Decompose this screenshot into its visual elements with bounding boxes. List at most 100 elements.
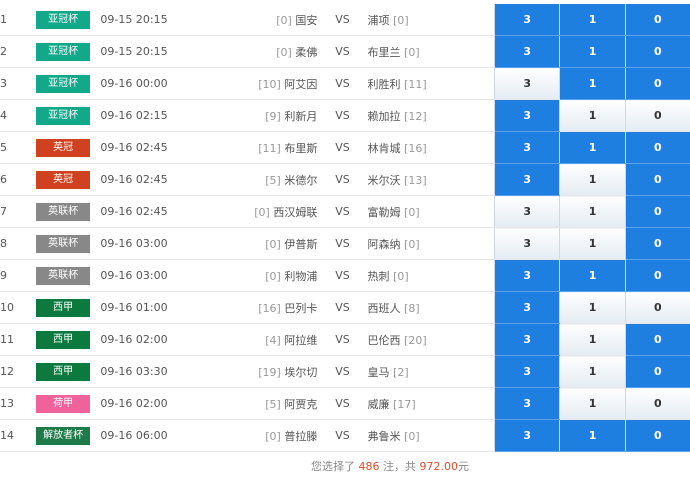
result-option-1[interactable]: 1 — [559, 259, 626, 292]
match-table: 1 亚冠杯 09-15 20:15 [0] 国安 VS 浦项 [0] 3 1 0 2 亚冠杯 09-1… — [0, 4, 690, 452]
league-badge: 英联杯 — [36, 266, 91, 285]
result-option-0[interactable]: 0 — [624, 323, 690, 356]
home-team-cell: [0] 利物浦 — [192, 259, 318, 292]
match-number: 1 — [0, 4, 31, 36]
home-team-cell: [0] 西汉姆联 — [192, 195, 318, 228]
result-option-3[interactable]: 3 — [494, 387, 560, 420]
result-option-0[interactable]: 0 — [624, 163, 690, 196]
match-time: 09-16 02:00 — [100, 323, 193, 356]
match-number: 12 — [0, 355, 31, 388]
home-rank: [10] — [258, 77, 281, 91]
away-rank: [20] — [404, 333, 427, 347]
result-option-0[interactable]: 0 — [624, 4, 690, 36]
result-option-0[interactable]: 0 — [624, 387, 690, 420]
result-option-0[interactable]: 0 — [624, 227, 690, 260]
result-option-1[interactable]: 1 — [559, 355, 626, 388]
home-rank: [0] — [276, 45, 292, 59]
match-time: 09-16 03:00 — [100, 227, 193, 260]
match-number: 4 — [0, 99, 31, 132]
summary-prefix: 您选择了 — [311, 460, 355, 473]
result-option-1[interactable]: 1 — [559, 99, 626, 132]
vs-label: VS — [317, 195, 368, 228]
result-option-0[interactable]: 0 — [624, 419, 690, 452]
home-team-cell: [5] 米德尔 — [192, 163, 318, 196]
selection-summary: 您选择了 486 注，共 972.00元 — [0, 458, 690, 474]
away-team-cell: 浦项 [0] — [367, 4, 495, 36]
match-row: 13 荷甲 09-16 02:00 [5] 阿贾克 VS 威廉 [17] 3 1 0 — [0, 387, 690, 420]
away-rank: [12] — [404, 109, 427, 123]
result-option-1[interactable]: 1 — [559, 67, 626, 100]
result-option-3[interactable]: 3 — [494, 227, 560, 260]
result-option-3[interactable]: 3 — [494, 35, 560, 68]
result-option-3[interactable]: 3 — [494, 323, 560, 356]
home-team: 普拉滕 — [284, 429, 318, 443]
match-number: 7 — [0, 195, 31, 228]
match-row: 8 英联杯 09-16 03:00 [0] 伊普斯 VS 阿森纳 [0] 3 1 0 — [0, 227, 690, 260]
vs-label: VS — [317, 323, 368, 356]
result-option-1[interactable]: 1 — [559, 227, 626, 260]
vs-label: VS — [317, 419, 368, 452]
away-rank: [8] — [404, 301, 420, 315]
match-time: 09-16 03:30 — [100, 355, 193, 388]
result-option-3[interactable]: 3 — [494, 355, 560, 388]
result-option-1[interactable]: 1 — [559, 35, 626, 68]
result-option-0[interactable]: 0 — [624, 259, 690, 292]
result-option-0[interactable]: 0 — [624, 67, 690, 100]
away-team: 皇马 — [367, 365, 390, 379]
result-option-3[interactable]: 3 — [494, 291, 560, 324]
result-option-0[interactable]: 0 — [624, 99, 690, 132]
result-option-1[interactable]: 1 — [559, 163, 626, 196]
home-team-cell: [11] 布里斯 — [192, 131, 318, 164]
match-time: 09-16 02:45 — [100, 163, 193, 196]
result-option-0[interactable]: 0 — [624, 195, 690, 228]
result-option-0[interactable]: 0 — [624, 131, 690, 164]
result-option-1[interactable]: 1 — [559, 419, 626, 452]
match-time: 09-15 20:15 — [100, 4, 193, 36]
result-option-1[interactable]: 1 — [559, 195, 626, 228]
result-option-0[interactable]: 0 — [624, 35, 690, 68]
home-team: 利新月 — [284, 109, 318, 123]
league-badge: 英联杯 — [36, 202, 91, 221]
match-row: 10 西甲 09-16 01:00 [16] 巴列卡 VS 西班人 [8] 3 1 0 — [0, 291, 690, 324]
result-option-0[interactable]: 0 — [624, 291, 690, 324]
away-team-cell: 米尔沃 [13] — [367, 163, 495, 196]
home-rank: [0] — [265, 269, 281, 283]
home-team: 阿艾因 — [284, 77, 318, 91]
result-option-3[interactable]: 3 — [494, 419, 560, 452]
result-option-3[interactable]: 3 — [494, 4, 560, 36]
result-option-3[interactable]: 3 — [494, 195, 560, 228]
match-number: 2 — [0, 35, 31, 68]
home-rank: [5] — [265, 397, 281, 411]
result-option-1[interactable]: 1 — [559, 131, 626, 164]
away-team-cell: 阿森纳 [0] — [367, 227, 495, 260]
match-number: 11 — [0, 323, 31, 356]
vs-label: VS — [317, 355, 368, 388]
result-option-1[interactable]: 1 — [559, 387, 626, 420]
league-badge: 英冠 — [36, 170, 91, 189]
result-option-1[interactable]: 1 — [559, 4, 626, 36]
match-row: 14 解放者杯 09-16 06:00 [0] 普拉滕 VS 弗鲁米 [0] 3 1 0 — [0, 419, 690, 452]
away-rank: [0] — [393, 269, 409, 283]
match-row: 11 西甲 09-16 02:00 [4] 阿拉维 VS 巴伦西 [20] 3 1 0 — [0, 323, 690, 356]
vs-label: VS — [317, 131, 368, 164]
result-option-1[interactable]: 1 — [559, 291, 626, 324]
match-time: 09-16 01:00 — [100, 291, 193, 324]
match-time: 09-16 02:00 — [100, 387, 193, 420]
result-option-3[interactable]: 3 — [494, 99, 560, 132]
result-option-3[interactable]: 3 — [494, 163, 560, 196]
home-team-cell: [0] 普拉滕 — [192, 419, 318, 452]
match-number: 3 — [0, 67, 31, 100]
league-badge: 亚冠杯 — [36, 10, 91, 29]
result-option-1[interactable]: 1 — [559, 323, 626, 356]
away-team: 林肯城 — [367, 141, 401, 155]
result-option-3[interactable]: 3 — [494, 131, 560, 164]
away-team: 赖加拉 — [367, 109, 401, 123]
result-option-3[interactable]: 3 — [494, 259, 560, 292]
vs-label: VS — [317, 4, 368, 36]
result-option-3[interactable]: 3 — [494, 67, 560, 100]
result-option-0[interactable]: 0 — [624, 355, 690, 388]
home-team-cell: [4] 阿拉维 — [192, 323, 318, 356]
league-badge: 解放者杯 — [36, 426, 91, 445]
home-rank: [19] — [258, 365, 281, 379]
match-row: 1 亚冠杯 09-15 20:15 [0] 国安 VS 浦项 [0] 3 1 0 — [0, 4, 690, 36]
